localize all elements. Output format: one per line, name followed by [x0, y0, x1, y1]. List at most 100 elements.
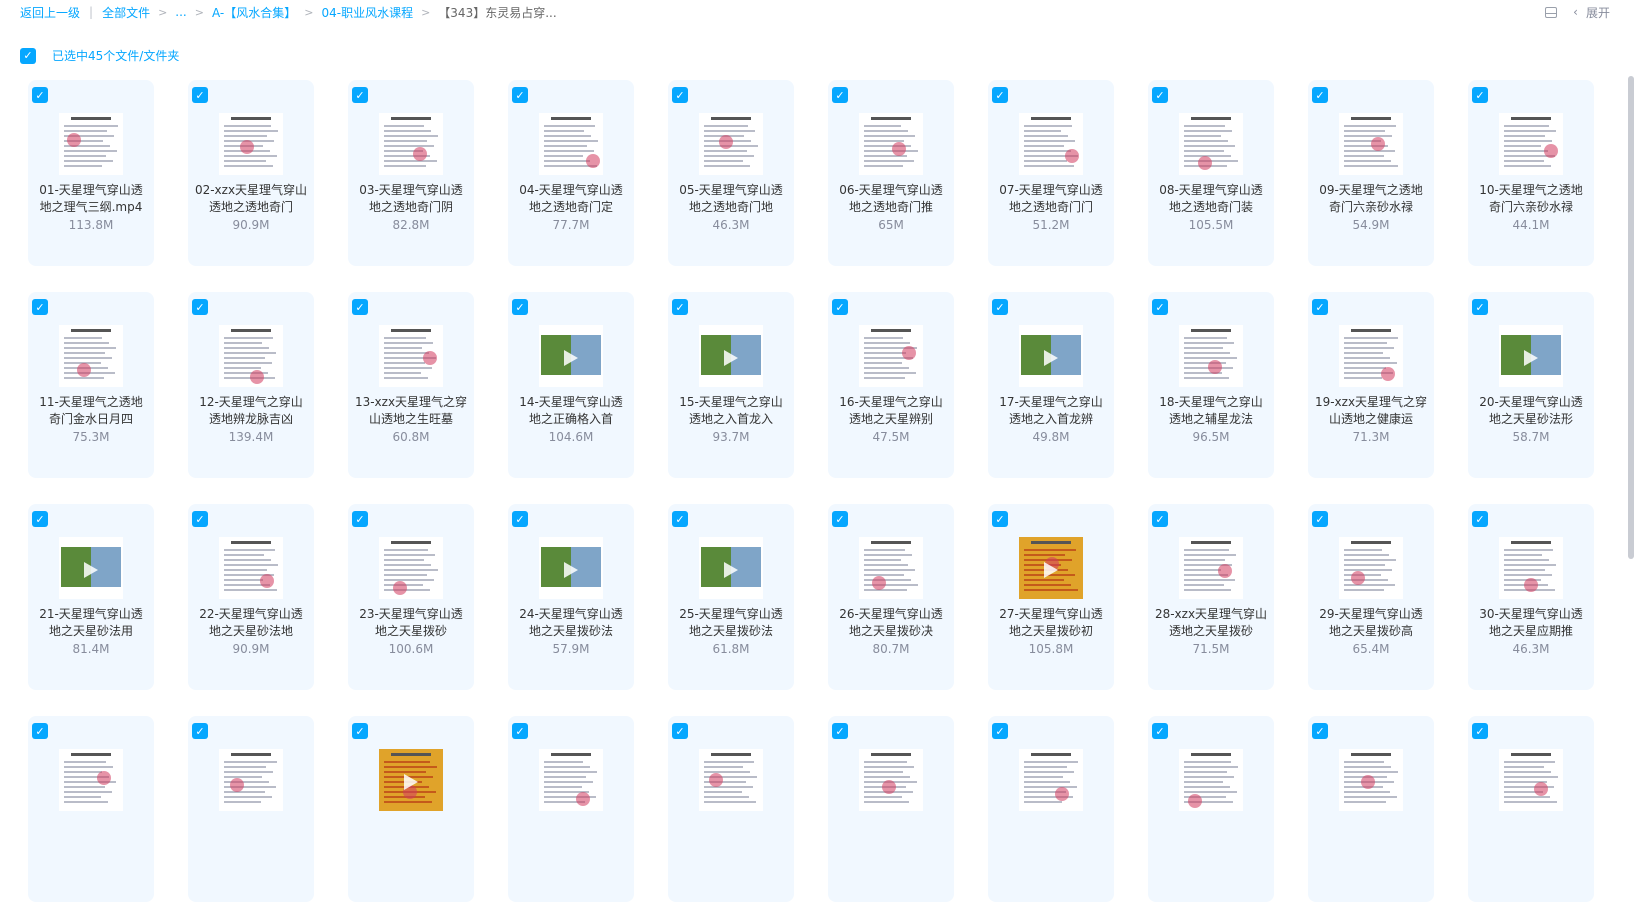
- file-card[interactable]: ✓ 03-天星理气穿山透地之透地奇门阴 82.8M: [348, 80, 474, 266]
- file-card[interactable]: ✓ 27-天星理气穿山透地之天星拨砂初 105.8M: [988, 504, 1114, 690]
- file-card[interactable]: ✓: [668, 716, 794, 902]
- file-checkbox[interactable]: ✓: [832, 723, 848, 739]
- file-name: 11-天星理气之透地奇门金水日月四: [39, 395, 143, 426]
- file-name: 14-天星理气穿山透地之正确格入首: [519, 395, 623, 426]
- file-checkbox[interactable]: ✓: [192, 723, 208, 739]
- file-card[interactable]: ✓ 30-天星理气穿山透地之天星应期推 46.3M: [1468, 504, 1594, 690]
- file-name: 17-天星理气之穿山透地之入首龙辨: [999, 395, 1103, 426]
- file-card[interactable]: ✓ 19-xzx天星理气之穿山透地之健康运 71.3M: [1308, 292, 1434, 478]
- file-card[interactable]: ✓ 26-天星理气穿山透地之天星拨砂决 80.7M: [828, 504, 954, 690]
- file-card[interactable]: ✓ 20-天星理气穿山透地之天星砂法形 58.7M: [1468, 292, 1594, 478]
- file-card[interactable]: ✓ 25-天星理气穿山透地之天星拨砂法 61.8M: [668, 504, 794, 690]
- file-card[interactable]: ✓ 17-天星理气之穿山透地之入首龙辨 49.8M: [988, 292, 1114, 478]
- file-checkbox[interactable]: ✓: [32, 299, 48, 315]
- file-name: 28-xzx天星理气穿山透地之天星拨砂: [1154, 607, 1268, 638]
- file-card[interactable]: ✓ 01-天星理气穿山透地之理气三纲.mp4 113.8M: [28, 80, 154, 266]
- file-card[interactable]: ✓: [1468, 716, 1594, 902]
- file-checkbox[interactable]: ✓: [512, 511, 528, 527]
- file-checkbox[interactable]: ✓: [512, 87, 528, 103]
- file-card[interactable]: ✓ 10-天星理气之透地奇门六亲砂水禄 44.1M: [1468, 80, 1594, 266]
- file-checkbox[interactable]: ✓: [512, 299, 528, 315]
- file-checkbox[interactable]: ✓: [1152, 87, 1168, 103]
- file-checkbox[interactable]: ✓: [192, 87, 208, 103]
- file-card[interactable]: ✓ 09-天星理气之透地奇门六亲砂水禄 54.9M: [1308, 80, 1434, 266]
- file-card[interactable]: ✓: [188, 716, 314, 902]
- file-checkbox[interactable]: ✓: [672, 723, 688, 739]
- file-checkbox[interactable]: ✓: [352, 87, 368, 103]
- file-card[interactable]: ✓: [28, 716, 154, 902]
- panel-icon[interactable]: [1545, 6, 1558, 18]
- play-icon: [564, 350, 578, 366]
- file-card[interactable]: ✓ 22-天星理气穿山透地之天星砂法地 90.9M: [188, 504, 314, 690]
- file-checkbox[interactable]: ✓: [512, 723, 528, 739]
- file-checkbox[interactable]: ✓: [352, 299, 368, 315]
- file-checkbox[interactable]: ✓: [672, 299, 688, 315]
- file-card[interactable]: ✓ 16-天星理气之穿山透地之天星辨别 47.5M: [828, 292, 954, 478]
- file-card[interactable]: ✓ 05-天星理气穿山透地之透地奇门地 46.3M: [668, 80, 794, 266]
- chevron-left-icon[interactable]: ‹: [1573, 5, 1578, 19]
- file-checkbox[interactable]: ✓: [1472, 299, 1488, 315]
- file-card[interactable]: ✓: [988, 716, 1114, 902]
- crumb-fengshui[interactable]: A-【风水合集】: [212, 4, 296, 21]
- file-card[interactable]: ✓: [828, 716, 954, 902]
- file-checkbox[interactable]: ✓: [992, 299, 1008, 315]
- file-checkbox[interactable]: ✓: [1152, 723, 1168, 739]
- file-card[interactable]: ✓ 23-天星理气穿山透地之天星拨砂 100.6M: [348, 504, 474, 690]
- file-checkbox[interactable]: ✓: [832, 87, 848, 103]
- file-card[interactable]: ✓ 06-天星理气穿山透地之透地奇门推 65M: [828, 80, 954, 266]
- file-checkbox[interactable]: ✓: [1312, 723, 1328, 739]
- file-card[interactable]: ✓ 07-天星理气穿山透地之透地奇门门 51.2M: [988, 80, 1114, 266]
- file-checkbox[interactable]: ✓: [1152, 511, 1168, 527]
- file-card[interactable]: ✓ 12-天星理气之穿山透地辨龙脉吉凶 139.4M: [188, 292, 314, 478]
- file-checkbox[interactable]: ✓: [1312, 511, 1328, 527]
- crumb-all-files[interactable]: 全部文件: [102, 4, 150, 21]
- file-checkbox[interactable]: ✓: [192, 511, 208, 527]
- file-checkbox[interactable]: ✓: [32, 87, 48, 103]
- crumb-course[interactable]: 04-职业风水课程: [321, 4, 413, 21]
- scrollbar[interactable]: [1628, 76, 1634, 559]
- file-checkbox[interactable]: ✓: [1152, 299, 1168, 315]
- file-card[interactable]: ✓ 18-天星理气之穿山透地之辅星龙法 96.5M: [1148, 292, 1274, 478]
- crumb-ellipsis[interactable]: ...: [175, 5, 186, 19]
- file-card[interactable]: ✓ 21-天星理气穿山透地之天星砂法用 81.4M: [28, 504, 154, 690]
- back-link[interactable]: 返回上一级: [20, 4, 80, 21]
- file-checkbox[interactable]: ✓: [1312, 299, 1328, 315]
- file-thumbnail: [379, 113, 443, 175]
- file-card[interactable]: ✓: [1148, 716, 1274, 902]
- file-checkbox[interactable]: ✓: [352, 723, 368, 739]
- file-card[interactable]: ✓ 28-xzx天星理气穿山透地之天星拨砂 71.5M: [1148, 504, 1274, 690]
- file-card[interactable]: ✓ 15-天星理气之穿山透地之入首龙入 93.7M: [668, 292, 794, 478]
- file-thumbnail: [59, 749, 123, 811]
- file-checkbox[interactable]: ✓: [992, 723, 1008, 739]
- file-checkbox[interactable]: ✓: [32, 511, 48, 527]
- file-card[interactable]: ✓: [348, 716, 474, 902]
- file-name: 29-天星理气穿山透地之天星拨砂高: [1319, 607, 1423, 638]
- file-card[interactable]: ✓ 29-天星理气穿山透地之天星拨砂高 65.4M: [1308, 504, 1434, 690]
- file-checkbox[interactable]: ✓: [1312, 87, 1328, 103]
- file-checkbox[interactable]: ✓: [832, 299, 848, 315]
- file-checkbox[interactable]: ✓: [672, 511, 688, 527]
- file-checkbox[interactable]: ✓: [192, 299, 208, 315]
- file-checkbox[interactable]: ✓: [672, 87, 688, 103]
- file-card[interactable]: ✓ 08-天星理气穿山透地之透地奇门装 105.5M: [1148, 80, 1274, 266]
- file-size: 105.5M: [1188, 218, 1234, 232]
- file-card[interactable]: ✓ 14-天星理气穿山透地之正确格入首 104.6M: [508, 292, 634, 478]
- file-card[interactable]: ✓ 11-天星理气之透地奇门金水日月四 75.3M: [28, 292, 154, 478]
- file-checkbox[interactable]: ✓: [1472, 511, 1488, 527]
- file-card[interactable]: ✓ 13-xzx天星理气之穿山透地之生旺墓 60.8M: [348, 292, 474, 478]
- file-card[interactable]: ✓: [508, 716, 634, 902]
- file-checkbox[interactable]: ✓: [992, 87, 1008, 103]
- file-checkbox[interactable]: ✓: [1472, 87, 1488, 103]
- file-checkbox[interactable]: ✓: [1472, 723, 1488, 739]
- expand-button[interactable]: 展开: [1586, 4, 1610, 21]
- file-checkbox[interactable]: ✓: [352, 511, 368, 527]
- select-all-checkbox[interactable]: ✓: [20, 47, 36, 64]
- file-checkbox[interactable]: ✓: [992, 511, 1008, 527]
- file-card[interactable]: ✓: [1308, 716, 1434, 902]
- file-card[interactable]: ✓ 24-天星理气穿山透地之天星拨砂法 57.9M: [508, 504, 634, 690]
- file-checkbox[interactable]: ✓: [32, 723, 48, 739]
- file-card[interactable]: ✓ 04-天星理气穿山透地之透地奇门定 77.7M: [508, 80, 634, 266]
- file-thumbnail: [1179, 113, 1243, 175]
- file-checkbox[interactable]: ✓: [832, 511, 848, 527]
- file-card[interactable]: ✓ 02-xzx天星理气穿山透地之透地奇门 90.9M: [188, 80, 314, 266]
